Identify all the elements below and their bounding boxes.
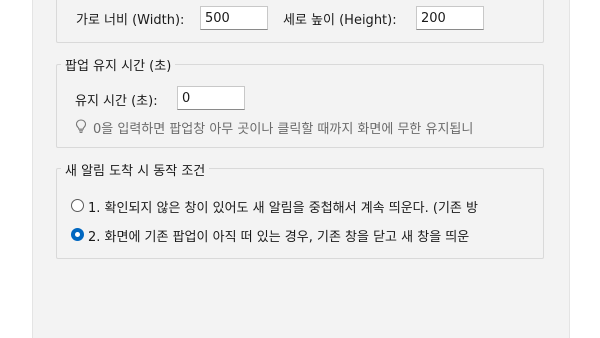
popup-duration-title: 팝업 유지 시간 (초)	[61, 55, 176, 74]
alert-option-replace-label: 2. 화면에 기존 팝업이 아직 떠 있는 경우, 기존 창을 닫고 새 창을 …	[88, 230, 470, 245]
height-label: 세로 높이 (Height):	[283, 13, 397, 28]
settings-panel: 가로 너비 (Width): 세로 높이 (Height): 팝업 유지 시간 …	[32, 0, 570, 338]
width-input[interactable]	[200, 6, 268, 30]
lightbulb-icon	[75, 119, 87, 133]
duration-hint: 0을 입력하면 팝업창 아무 곳이나 클릭할 때까지 화면에 무한 유지됩니	[93, 122, 474, 137]
width-label: 가로 너비 (Width):	[76, 13, 185, 28]
size-group: 가로 너비 (Width): 세로 높이 (Height):	[56, 0, 544, 43]
height-input[interactable]	[416, 6, 484, 30]
duration-label: 유지 시간 (초):	[75, 94, 158, 109]
radio-button-unchecked[interactable]	[71, 199, 84, 212]
new-alert-behavior-title: 새 알림 도착 시 동작 조건	[61, 160, 210, 179]
alert-option-stack-label: 1. 확인되지 않은 창이 있어도 새 알림을 중첩해서 계속 띄운다. (기존…	[88, 201, 478, 216]
duration-input[interactable]	[177, 86, 245, 110]
radio-button-checked[interactable]	[71, 228, 84, 241]
